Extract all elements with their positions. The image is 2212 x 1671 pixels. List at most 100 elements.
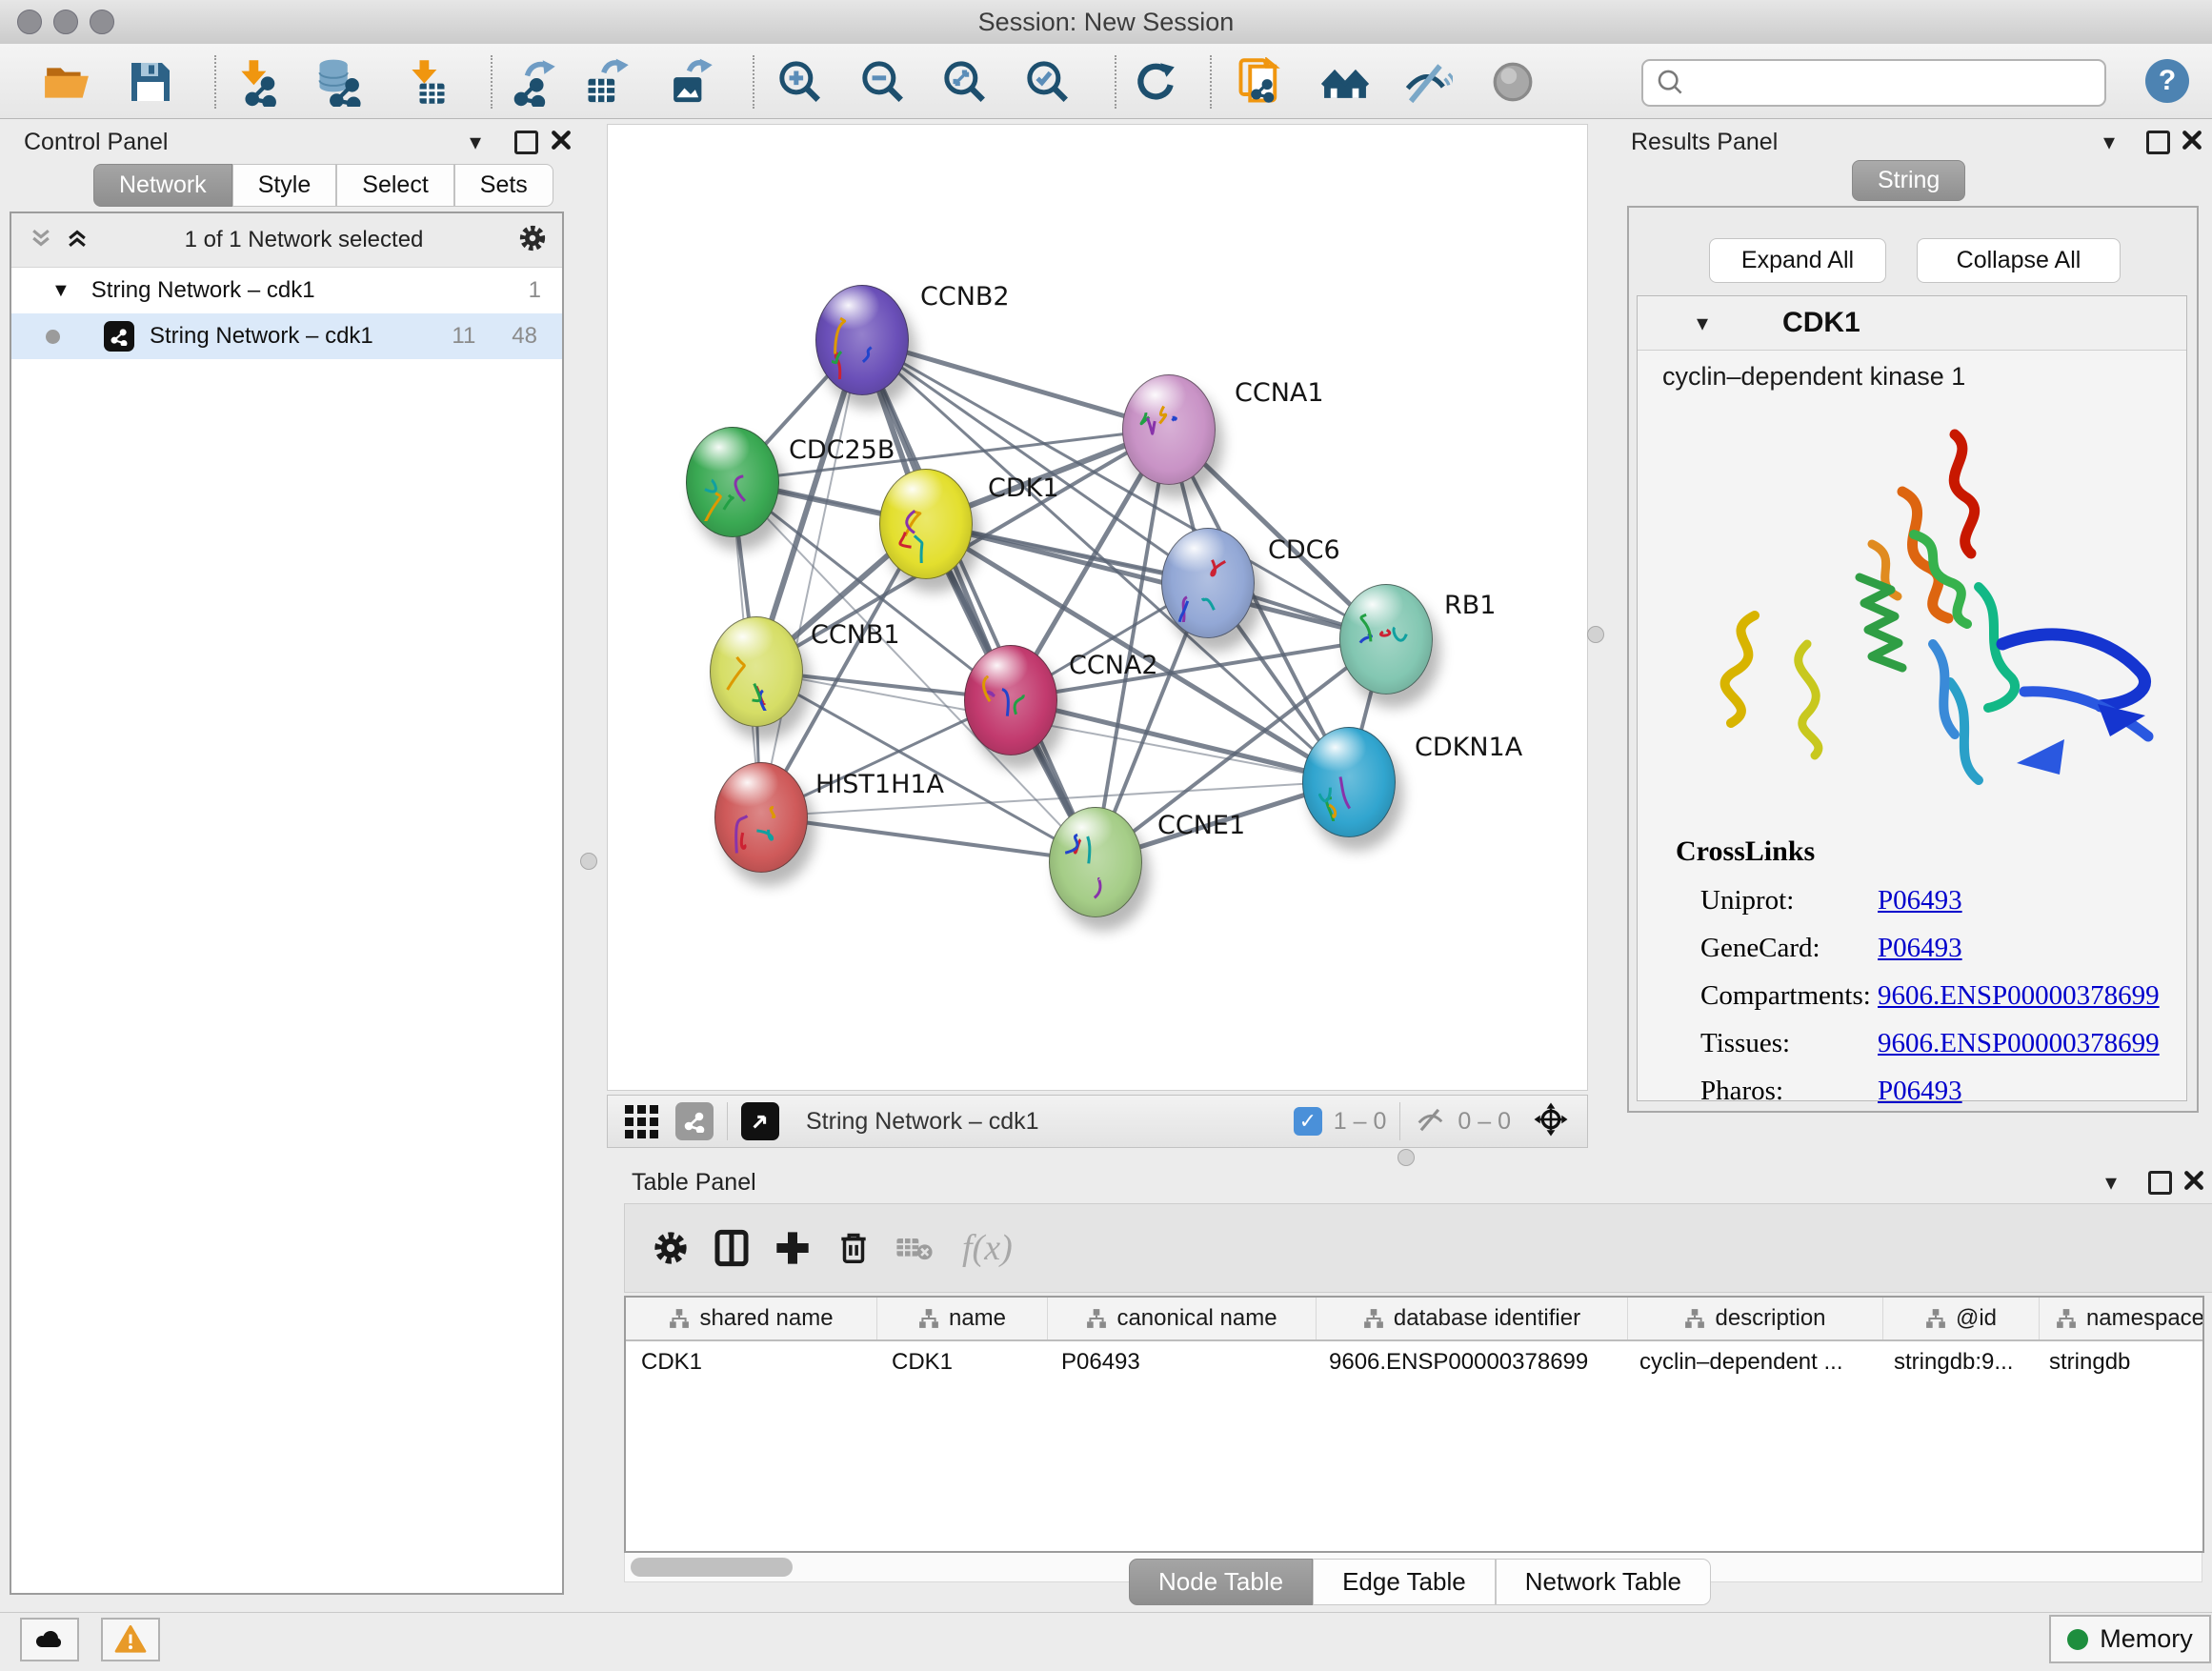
- search-input[interactable]: [1695, 69, 2104, 97]
- zoom-selected-icon[interactable]: [1021, 57, 1075, 107]
- show-hidden-icon[interactable]: [1486, 57, 1539, 107]
- collection-expander-icon[interactable]: ▼: [51, 280, 70, 302]
- node-ccnb2[interactable]: [815, 285, 909, 395]
- open-session-icon[interactable]: [40, 57, 93, 107]
- edge-HIST1H1A-CCNE1[interactable]: [760, 816, 1095, 861]
- first-neighbors-icon[interactable]: [1318, 57, 1372, 107]
- import-network-from-file-icon[interactable]: [229, 57, 282, 107]
- cytoscape-window: Session: New Session ? Control Panel: [0, 0, 2212, 1671]
- column-header-databaseidentifier[interactable]: database identifier: [1317, 1298, 1628, 1339]
- selected-checkbox-icon[interactable]: ✓: [1294, 1107, 1322, 1136]
- column-header-namespace[interactable]: namespace: [2040, 1298, 2204, 1339]
- control-panel-menu-caret-icon[interactable]: ▾: [470, 129, 481, 156]
- network-canvas[interactable]: CCNB2CCNA1CDC25BCDK1CDC6RB1CCNB1CCNA2CDK…: [607, 124, 1588, 1091]
- table-panel-close-icon[interactable]: [2183, 1170, 2204, 1196]
- import-table-from-file-icon[interactable]: [399, 57, 452, 107]
- zoom-in-icon[interactable]: [774, 57, 827, 107]
- table-row[interactable]: CDK1CDK1P064939606.ENSP00000378699cyclin…: [626, 1341, 2202, 1383]
- results-panel-menu-caret-icon[interactable]: ▾: [2103, 129, 2115, 156]
- column-header-sharedname[interactable]: shared name: [626, 1298, 877, 1339]
- tab-select[interactable]: Select: [336, 164, 453, 207]
- expand-all-button[interactable]: Expand All: [1709, 238, 1886, 283]
- protein-expander-icon[interactable]: ▾: [1697, 310, 1708, 337]
- export-network-icon[interactable]: [507, 57, 560, 107]
- tab-edge-table[interactable]: Edge Table: [1313, 1559, 1496, 1605]
- edge-CCNB2-HIST1H1A[interactable]: [760, 339, 861, 816]
- right-splitter-handle[interactable]: [1587, 626, 1604, 643]
- import-network-from-database-icon[interactable]: [312, 57, 365, 107]
- results-panel-close-icon[interactable]: [2182, 130, 2202, 155]
- column-header-description[interactable]: description: [1628, 1298, 1883, 1339]
- scrollbar-thumb[interactable]: [631, 1558, 793, 1577]
- expand-all-chevrons-icon[interactable]: [65, 226, 90, 255]
- open-in-new-window-icon[interactable]: [741, 1102, 779, 1140]
- node-rb1[interactable]: [1339, 584, 1433, 695]
- control-panel-float-icon[interactable]: [514, 131, 538, 154]
- node-cdk1[interactable]: [879, 469, 973, 579]
- toolbar-separator: [491, 55, 493, 109]
- create-column-plus-icon[interactable]: [762, 1218, 823, 1278]
- hide-selected-icon[interactable]: [1400, 57, 1454, 107]
- zoom-out-icon[interactable]: [856, 57, 910, 107]
- tab-network[interactable]: Network: [93, 164, 232, 207]
- tab-node-table[interactable]: Node Table: [1129, 1559, 1313, 1605]
- share-network-icon[interactable]: [675, 1102, 714, 1140]
- network-row-selected[interactable]: String Network – cdk1 11 48: [11, 313, 562, 359]
- help-button[interactable]: ?: [2145, 59, 2189, 103]
- column-header-canonicalname[interactable]: canonical name: [1048, 1298, 1317, 1339]
- zoom-fit-content-icon[interactable]: [938, 57, 992, 107]
- cloud-status-button[interactable]: [20, 1618, 79, 1661]
- collapse-all-chevrons-icon[interactable]: [29, 226, 53, 255]
- show-columns-icon[interactable]: [701, 1218, 762, 1278]
- crosslink-value-link[interactable]: P06493: [1878, 885, 1962, 916]
- toolbar-separator: [1210, 55, 1212, 109]
- node-hist1h1a[interactable]: [714, 762, 808, 873]
- selected-counts: 1 – 0: [1334, 1108, 1387, 1136]
- control-panel-close-icon[interactable]: [551, 130, 572, 155]
- node-ccna2[interactable]: [964, 645, 1057, 755]
- crosslink-value-link[interactable]: P06493: [1878, 1076, 1962, 1107]
- table-settings-gear-icon[interactable]: [640, 1218, 701, 1278]
- export-image-icon[interactable]: [664, 57, 717, 107]
- crosslink-value-link[interactable]: P06493: [1878, 933, 1962, 964]
- warning-button[interactable]: [101, 1618, 160, 1661]
- node-ccna1[interactable]: [1122, 374, 1216, 485]
- protein-section-header[interactable]: ▾ CDK1: [1638, 296, 2186, 351]
- memory-button[interactable]: Memory: [2049, 1615, 2211, 1663]
- protein-thumbnail: [980, 667, 1041, 739]
- protein-description: cyclin–dependent kinase 1: [1662, 362, 2186, 392]
- save-session-icon[interactable]: [124, 57, 177, 107]
- crosslink-value-link[interactable]: 9606.ENSP00000378699: [1878, 980, 2160, 1012]
- node-ccne1[interactable]: [1049, 807, 1142, 917]
- column-header-id[interactable]: @id: [1883, 1298, 2040, 1339]
- delete-table-icon[interactable]: [884, 1218, 945, 1278]
- birdseye-navigator-icon[interactable]: [1532, 1100, 1570, 1143]
- protein-thumbnail: [1065, 829, 1126, 901]
- table-panel-menu-caret-icon[interactable]: ▾: [2105, 1169, 2117, 1197]
- crosslink-value-link[interactable]: 9606.ENSP00000378699: [1878, 1028, 2160, 1059]
- results-panel-float-icon[interactable]: [2146, 131, 2170, 154]
- node-cdc25b[interactable]: [686, 427, 779, 537]
- node-cdc6[interactable]: [1161, 528, 1255, 638]
- tab-sets[interactable]: Sets: [454, 164, 553, 207]
- column-header-name[interactable]: name: [877, 1298, 1048, 1339]
- collapse-all-button[interactable]: Collapse All: [1917, 238, 2121, 283]
- column-type-icon: [1363, 1308, 1384, 1329]
- export-table-icon[interactable]: [580, 57, 633, 107]
- node-cdkn1a[interactable]: [1302, 727, 1396, 837]
- delete-columns-trash-icon[interactable]: [823, 1218, 884, 1278]
- clone-network-icon[interactable]: [1233, 57, 1286, 107]
- tab-network-table[interactable]: Network Table: [1496, 1559, 1711, 1605]
- network-collection-row[interactable]: ▼ String Network – cdk1 1: [11, 268, 562, 313]
- table-panel-float-icon[interactable]: [2148, 1171, 2172, 1195]
- function-builder-icon[interactable]: f(x): [962, 1227, 1013, 1269]
- refresh-view-icon[interactable]: [1129, 57, 1182, 107]
- left-splitter-handle[interactable]: [580, 853, 597, 870]
- grid-mode-icon[interactable]: [625, 1105, 658, 1138]
- network-edges: [608, 125, 1587, 1090]
- tab-string[interactable]: String: [1852, 160, 1965, 201]
- tab-style[interactable]: Style: [232, 164, 337, 207]
- toolbar-separator: [1115, 55, 1116, 109]
- network-options-gear-icon[interactable]: [518, 224, 547, 257]
- node-ccnb1[interactable]: [710, 616, 803, 727]
